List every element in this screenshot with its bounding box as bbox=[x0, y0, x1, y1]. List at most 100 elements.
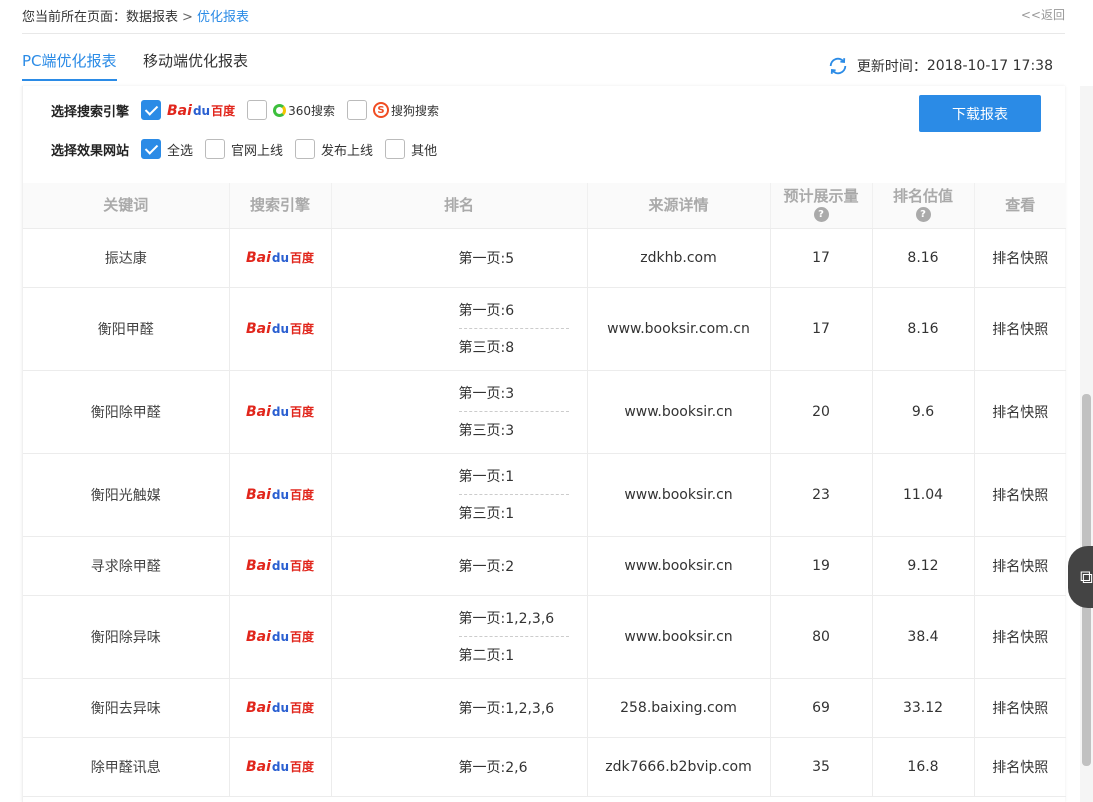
help-icon[interactable]: ? bbox=[813, 207, 829, 223]
cell-rank: 第一页:1 第三页:1 bbox=[331, 453, 588, 537]
engine-option-360[interactable]: 360搜索 bbox=[247, 100, 335, 120]
rank-line: 第一页:1 bbox=[458, 469, 515, 485]
rank-snapshot-link[interactable]: 排名快照 bbox=[974, 287, 1066, 371]
rank-snapshot-link[interactable]: 排名快照 bbox=[974, 595, 1066, 679]
rank-snapshot-link[interactable]: 排名快照 bbox=[974, 370, 1066, 454]
cell-impressions: 69 bbox=[770, 678, 873, 738]
360-logo: 360搜索 bbox=[273, 102, 335, 119]
cell-source: www.booksir.com.cn bbox=[587, 287, 771, 371]
site-option-official[interactable]: 官网上线 bbox=[205, 139, 283, 159]
cell-keyword: 衡阳甲醛 bbox=[23, 287, 230, 371]
site-option-all[interactable]: 全选 bbox=[141, 139, 193, 159]
rank-snapshot-link[interactable]: 排名快照 bbox=[974, 737, 1066, 797]
cell-engine: Bai du 百度 bbox=[229, 228, 332, 288]
table-row: 除甲醛讯息 Bai du 百度 第一页:2,6 zdk7666.b2bvip.com… bbox=[23, 737, 1066, 797]
baidu-logo: Bai du 百度 bbox=[245, 250, 315, 266]
breadcrumb-current: 优化报表 bbox=[196, 10, 249, 25]
rank-snapshot-link[interactable]: 排名快照 bbox=[974, 453, 1066, 537]
baidu-logo: Bai du 百度 bbox=[167, 102, 236, 119]
baidu-logo: Bai du 百度 bbox=[245, 629, 315, 645]
table-row: 衡阳除异味 Bai du 百度 第一页:1,2,3,6 第二页:1 www.books… bbox=[23, 595, 1066, 679]
rank-line: 第一页:6 bbox=[458, 303, 515, 319]
checkbox-baidu[interactable] bbox=[141, 100, 162, 120]
cell-value: 33.12 bbox=[872, 678, 975, 738]
tab-mobile-report[interactable]: 移动端优化报表 bbox=[143, 50, 248, 79]
cell-source: www.booksir.cn bbox=[587, 595, 771, 679]
cell-source: zdk7666.b2bvip.com bbox=[587, 737, 771, 797]
checkbox-publish[interactable] bbox=[295, 139, 316, 159]
site-option-label: 全选 bbox=[167, 143, 194, 159]
report-panel: 选择搜索引擎 Bai du 百度 360搜索 S 搜狗搜索 选择效果网站 全选 官网上… bbox=[22, 86, 1066, 802]
sogou-logo: S 搜狗搜索 bbox=[373, 102, 439, 119]
help-icon[interactable]: ? bbox=[915, 207, 931, 223]
header-source: 来源详情 bbox=[587, 183, 771, 229]
cell-value: 11.04 bbox=[872, 453, 975, 537]
cell-impressions: 17 bbox=[770, 228, 873, 288]
rank-line: 第一页:5 bbox=[458, 250, 515, 267]
cell-source: www.booksir.cn bbox=[587, 370, 771, 454]
baidu-logo: Bai du 百度 bbox=[245, 321, 315, 337]
rank-line: 第一页:3 bbox=[458, 386, 515, 402]
cell-rank: 第一页:1,2,3,6 bbox=[331, 678, 588, 738]
floating-tool-icon[interactable]: ⧉ bbox=[1068, 546, 1093, 608]
cell-value: 8.16 bbox=[872, 287, 975, 371]
cell-rank: 第一页:2,6 bbox=[331, 737, 588, 797]
checkbox-official[interactable] bbox=[205, 139, 226, 159]
engine-option-sogou[interactable]: S 搜狗搜索 bbox=[347, 100, 439, 120]
checkbox-sogou[interactable] bbox=[347, 100, 367, 120]
cell-keyword: 衡阳除甲醛 bbox=[23, 370, 230, 454]
cell-value: 9.6 bbox=[872, 370, 975, 454]
scrollbar[interactable] bbox=[1080, 86, 1093, 802]
update-time-value: 2018-10-17 17:38 bbox=[926, 58, 1053, 74]
rank-line: 第三页:3 bbox=[458, 411, 569, 440]
cell-impressions: 19 bbox=[770, 536, 873, 596]
header-view: 查看 bbox=[974, 183, 1066, 229]
checkbox-select-all[interactable] bbox=[141, 139, 162, 159]
site-option-publish[interactable]: 发布上线 bbox=[295, 139, 373, 159]
cell-source: 258.baixing.com bbox=[587, 678, 771, 738]
rank-line: 第一页:1,2,3,6 bbox=[458, 611, 555, 627]
cell-impressions: 23 bbox=[770, 453, 873, 537]
engine-option-baidu[interactable]: Bai du 百度 bbox=[141, 100, 235, 120]
cell-rank: 第一页:5 bbox=[331, 228, 588, 288]
breadcrumb-parent[interactable]: 数据报表 bbox=[126, 10, 178, 25]
cell-impressions: 35 bbox=[770, 737, 873, 797]
cell-keyword: 寻求除甲醛 bbox=[23, 536, 230, 596]
rank-snapshot-link[interactable]: 排名快照 bbox=[974, 536, 1066, 596]
site-option-label: 官网上线 bbox=[231, 143, 284, 159]
rank-snapshot-link[interactable]: 排名快照 bbox=[974, 678, 1066, 738]
checkbox-other[interactable] bbox=[385, 139, 406, 159]
cell-engine: Bai du 百度 bbox=[229, 595, 332, 679]
rank-line: 第一页:1,2,3,6 bbox=[458, 700, 555, 717]
site-option-other[interactable]: 其他 bbox=[385, 139, 437, 159]
table-row: 衡阳除甲醛 Bai du 百度 第一页:3 第三页:3 www.booksir.cn … bbox=[23, 370, 1066, 454]
site-filter-label: 选择效果网站 bbox=[51, 143, 130, 159]
cell-keyword: 衡阳光触媒 bbox=[23, 453, 230, 537]
cell-engine: Bai du 百度 bbox=[229, 737, 332, 797]
breadcrumb-separator: > bbox=[182, 10, 193, 25]
cell-keyword: 衡阳除异味 bbox=[23, 595, 230, 679]
baidu-logo: Bai du 百度 bbox=[245, 487, 315, 503]
refresh-icon[interactable] bbox=[827, 55, 849, 77]
header-impressions: 预计展示量? bbox=[770, 183, 873, 229]
back-link[interactable]: <<返回 bbox=[1021, 6, 1065, 23]
rank-snapshot-link[interactable]: 排名快照 bbox=[974, 228, 1066, 288]
site-option-label: 其他 bbox=[411, 143, 438, 159]
checkbox-360[interactable] bbox=[247, 100, 268, 120]
engine-filter: 选择搜索引擎 Bai du 百度 360搜索 S 搜狗搜索 bbox=[51, 100, 451, 120]
download-report-button[interactable]: 下载报表 bbox=[919, 95, 1041, 132]
table-row: 衡阳去异味 Bai du 百度 第一页:1,2,3,6 258.baixing.co… bbox=[23, 678, 1066, 738]
table-row: 振达康 Bai du 百度 第一页:5 zdkhb.com 17 8.16 排名快照 bbox=[23, 228, 1066, 288]
cell-keyword: 除甲醛讯息 bbox=[23, 737, 230, 797]
header-value: 排名估值? bbox=[872, 183, 975, 229]
cell-value: 9.12 bbox=[872, 536, 975, 596]
cell-impressions: 17 bbox=[770, 287, 873, 371]
cell-value: 38.4 bbox=[872, 595, 975, 679]
header-divider bbox=[22, 33, 1065, 34]
cell-rank: 第一页:2 bbox=[331, 536, 588, 596]
cell-rank: 第一页:6 第三页:8 bbox=[331, 287, 588, 371]
site-option-label: 发布上线 bbox=[321, 143, 374, 159]
report-tabs: PC端优化报表 移动端优化报表 bbox=[22, 50, 270, 84]
baidu-logo: Bai du 百度 bbox=[245, 558, 315, 574]
tab-pc-report[interactable]: PC端优化报表 bbox=[22, 50, 117, 81]
